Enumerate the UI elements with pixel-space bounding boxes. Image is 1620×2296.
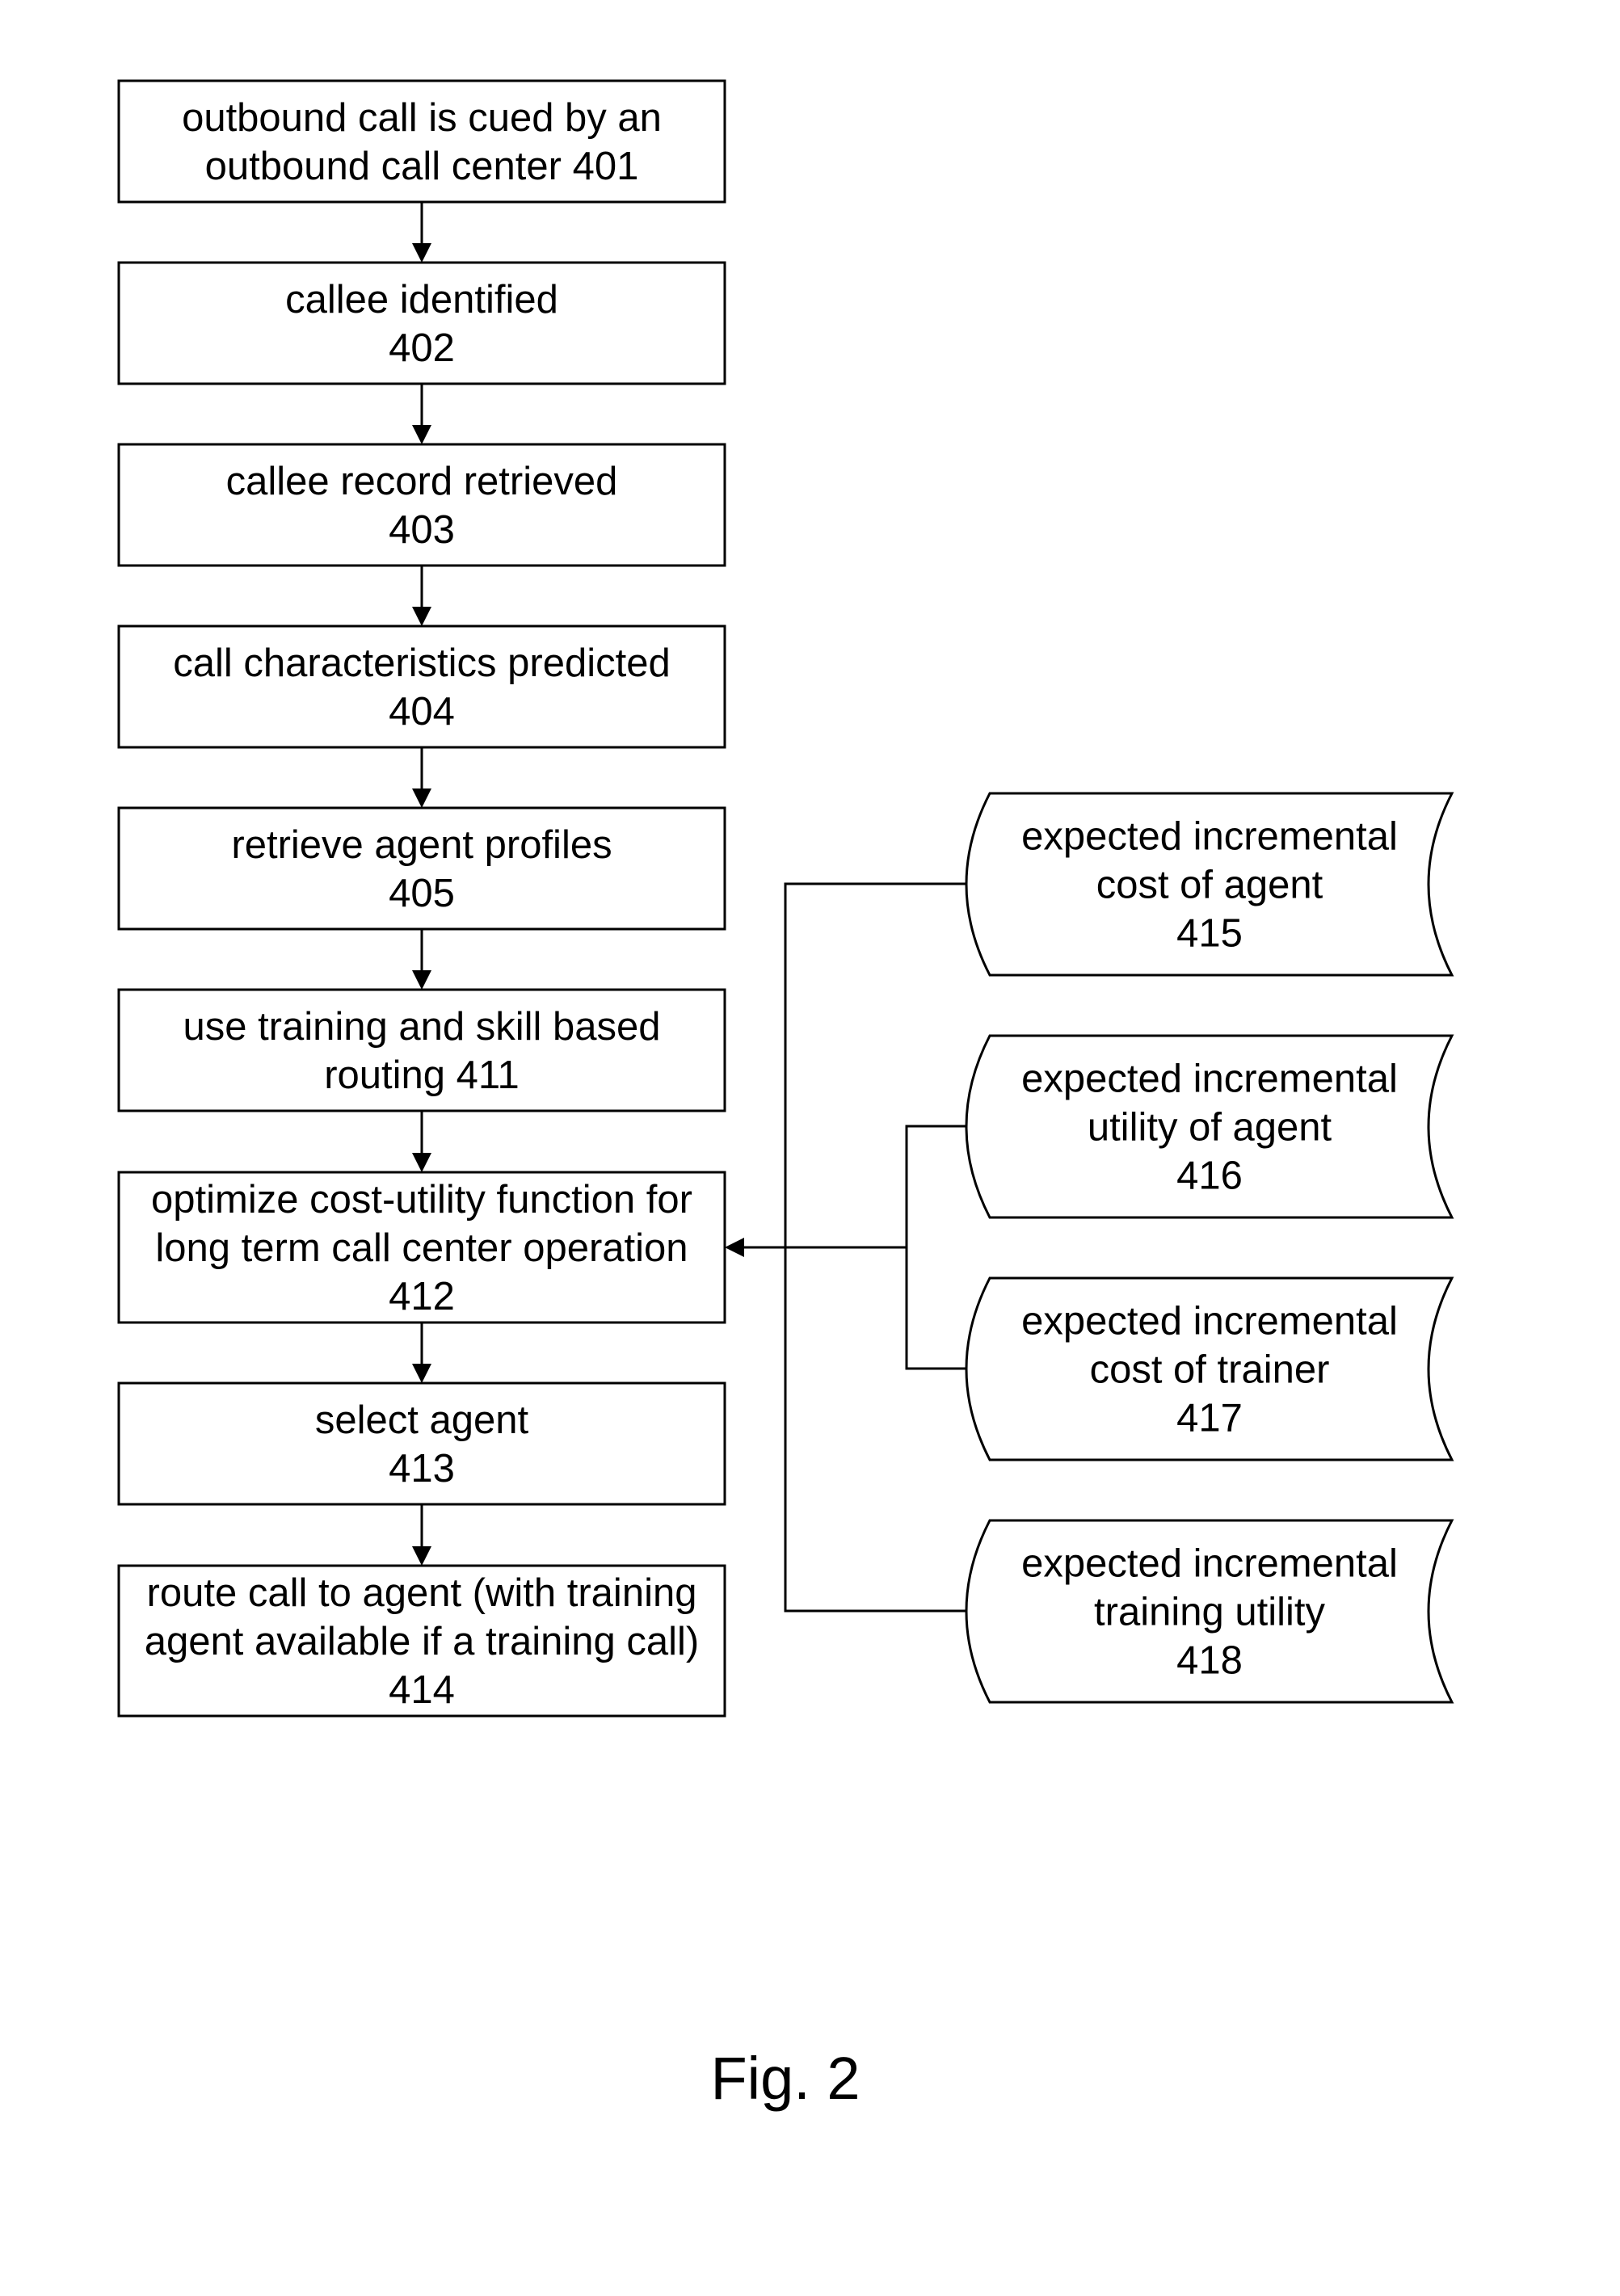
data-store-417: expected incrementalcost of trainer 417 (965, 1276, 1454, 1461)
process-box-label-line: use training and skill based (183, 1005, 660, 1049)
data-store-label-line: utility of agent (1088, 1106, 1332, 1150)
process-box-label-line: outbound call center 401 (205, 145, 639, 188)
process-box-412: optimize cost-utility function forlong t… (117, 1171, 726, 1324)
arrow-411-to-412 (412, 1111, 431, 1172)
arrowhead-icon (725, 1238, 744, 1257)
process-box-414: route call to agent (with training agent … (117, 1564, 726, 1718)
figure-caption: Fig. 2 (710, 2045, 860, 2112)
data-store-label-line: 415 (1176, 912, 1243, 956)
arrow-405-to-411 (412, 929, 431, 990)
process-box-413: select agent 413 (117, 1381, 726, 1506)
input-bus (725, 882, 967, 1613)
process-box-403: callee record retrieved 403 (117, 443, 726, 567)
arrowhead-icon (412, 1153, 431, 1172)
arrowhead-icon (412, 425, 431, 444)
data-store-label-line: training utility (1094, 1591, 1325, 1634)
process-box-405: retrieve agent profiles 405 (117, 806, 726, 931)
process-box-label-line: 405 (389, 872, 455, 915)
data-store-label-line: 418 (1176, 1639, 1243, 1683)
data-store-415: expected incremental cost of agent 415 (965, 792, 1454, 977)
process-box-label-line: optimize cost-utility function for (151, 1178, 692, 1222)
arrow-404-to-405 (412, 747, 431, 808)
process-box-label-line: callee record retrieved (226, 460, 618, 503)
flowchart-diagram: outbound call is cued by an outbound call… (117, 79, 1454, 2112)
data-store-label-line: expected incremental (1021, 1300, 1398, 1344)
process-box-label-line: call characteristics predicted (173, 641, 670, 685)
arrowhead-icon (412, 243, 431, 263)
arrowhead-icon (412, 788, 431, 808)
process-box-label-line: retrieve agent profiles (231, 823, 612, 867)
process-box-label-line: 412 (389, 1275, 455, 1318)
process-box-label-line: outbound call is cued by an (182, 96, 662, 140)
data-store-label-line: cost of trainer (1090, 1348, 1330, 1392)
data-store-label-line: expected incremental (1021, 1058, 1398, 1101)
process-box-label-line: agent available if a training call) (145, 1620, 699, 1663)
data-store-416: expected incremental utility of agent416 (965, 1034, 1454, 1219)
data-store-418: expected incremental training utility 418 (965, 1519, 1454, 1704)
process-box-401: outbound call is cued by an outbound call… (117, 79, 726, 204)
data-store-label-line: cost of agent (1096, 864, 1323, 907)
process-box-label-line: 404 (389, 690, 455, 734)
data-store-label-line: expected incremental (1021, 815, 1398, 859)
arrowhead-icon (412, 1546, 431, 1566)
process-box-402: callee identified402 (117, 261, 726, 385)
arrow-413-to-414 (412, 1504, 431, 1566)
process-box-label-line: 403 (389, 508, 455, 552)
process-box-404: call characteristics predicted 404 (117, 624, 726, 749)
main-steps: outbound call is cued by an outbound call… (117, 79, 726, 1718)
data-store-label-line: expected incremental (1021, 1542, 1398, 1586)
process-box-label-line: 413 (389, 1447, 455, 1491)
process-box-label-line: 402 (389, 326, 455, 370)
arrow-403-to-404 (412, 566, 431, 626)
arrow-401-to-402 (412, 202, 431, 263)
process-box-label-line: routing 411 (324, 1053, 520, 1097)
process-box-label-line: select agent (315, 1398, 529, 1442)
inner-bus-line (905, 1125, 967, 1370)
data-store-label-line: 417 (1176, 1397, 1243, 1440)
process-box-411: use training and skill basedrouting 411 (117, 988, 726, 1112)
process-box-label-line: long term call center operation (155, 1226, 688, 1270)
arrowhead-icon (412, 1364, 431, 1383)
input-stores: expected incrementalcost of agent415expe… (965, 792, 1454, 1704)
process-box-label-line: 414 (389, 1668, 455, 1712)
arrow-402-to-403 (412, 384, 431, 444)
arrowhead-icon (412, 970, 431, 990)
arrowhead-icon (412, 607, 431, 626)
data-store-label-line: 416 (1176, 1154, 1243, 1198)
process-box-label-line: route call to agent (with training (147, 1571, 697, 1615)
process-box-label-line: callee identified (285, 278, 558, 322)
arrow-412-to-413 (412, 1323, 431, 1383)
